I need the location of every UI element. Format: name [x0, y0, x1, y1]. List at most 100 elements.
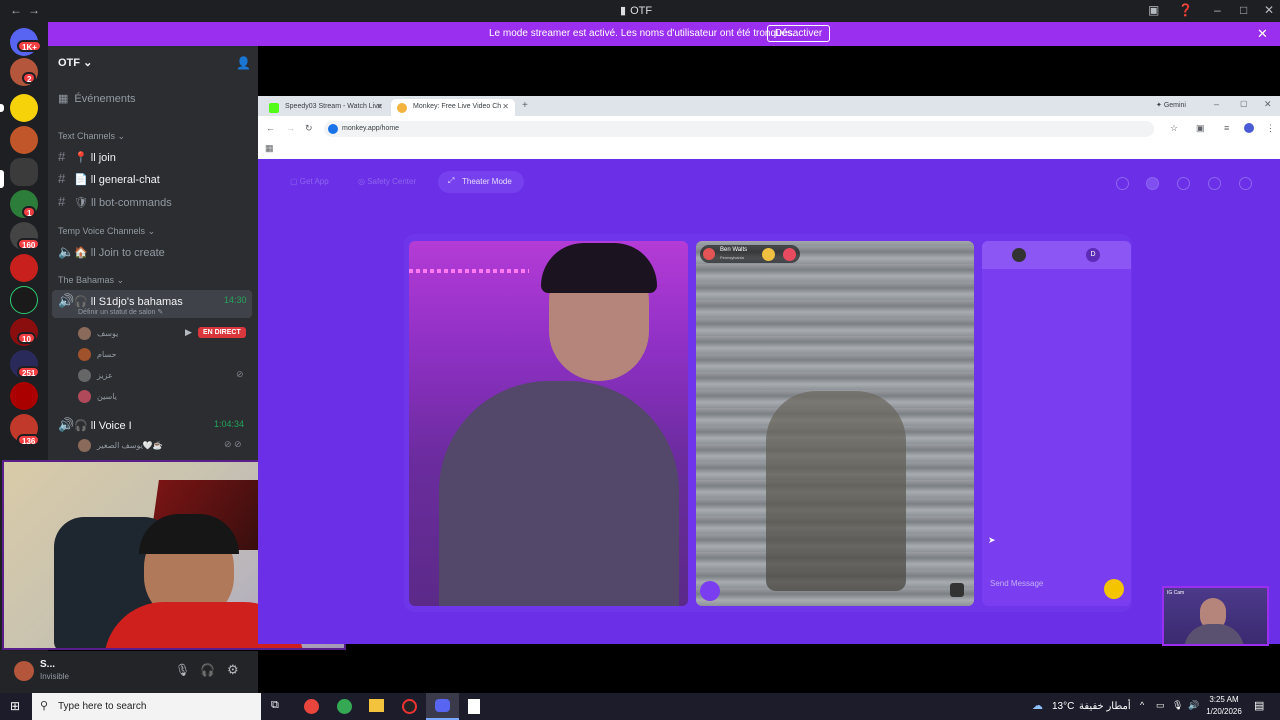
- username: S...: [40, 659, 56, 670]
- channel-join[interactable]: # 📍 ll join: [58, 149, 116, 164]
- network-icon[interactable]: ▭: [1156, 700, 1165, 711]
- get-app-link[interactable]: ▢ Get App: [290, 177, 329, 186]
- weather-temp[interactable]: 13°C: [1052, 701, 1074, 712]
- badge: 2: [22, 72, 37, 84]
- send-message-input[interactable]: Send Message: [990, 579, 1043, 588]
- headphones-icon: 🎧: [74, 296, 88, 308]
- events-link[interactable]: ▦ Événements: [58, 92, 136, 105]
- help-icon[interactable]: ❓: [1178, 3, 1193, 17]
- channel-general-chat[interactable]: # 📄 ll general-chat: [58, 171, 160, 186]
- microphone-icon[interactable]: 🎙: [175, 663, 190, 677]
- messages-icon[interactable]: [1208, 177, 1221, 190]
- voice-user[interactable]: ياسين: [78, 390, 117, 403]
- settings-gear-icon[interactable]: ⚙: [227, 662, 239, 678]
- unread-pill: [0, 104, 4, 112]
- voice-channel-bahamas[interactable]: 🔊🎧 ll S1djo's bahamas: [58, 293, 183, 309]
- notepad-icon[interactable]: [468, 699, 480, 714]
- server-icon[interactable]: [10, 382, 38, 410]
- tab-monkey[interactable]: Monkey: Free Live Video Ch ✕: [391, 99, 515, 116]
- voice-user[interactable]: حسام: [78, 348, 116, 361]
- tray-chevron-icon[interactable]: ^: [1140, 700, 1144, 710]
- task-view-icon[interactable]: ⧉: [271, 699, 279, 712]
- voice-channel-voice-1[interactable]: 🔊🎧 ll Voice I: [58, 417, 132, 433]
- forward-arrow-icon[interactable]: →: [286, 123, 295, 133]
- server-icon[interactable]: [10, 254, 38, 282]
- add-member-icon[interactable]: 👤: [236, 56, 251, 70]
- window-title: ▮ OTF: [620, 5, 653, 17]
- file-explorer-icon[interactable]: [369, 699, 384, 712]
- voice-user[interactable]: يوسف الصغير 🤍☕: [78, 439, 163, 452]
- extensions-icon[interactable]: ▣: [1196, 123, 1205, 134]
- clock-date[interactable]: 1/20/2026: [1203, 707, 1245, 716]
- channel-bot-commands[interactable]: # 🛡 ll bot-commands: [58, 194, 172, 209]
- chat-avatar-tab[interactable]: [1012, 248, 1026, 262]
- minimize-button[interactable]: –: [1214, 99, 1219, 109]
- channel-status[interactable]: Définir un statut de salon ✎: [78, 308, 163, 316]
- camera-switch-icon[interactable]: [950, 583, 964, 597]
- server-icon[interactable]: [10, 94, 38, 122]
- forward-arrow-icon[interactable]: →: [28, 3, 40, 17]
- category-temp-voice[interactable]: Temp Voice Channels ⌄: [58, 226, 155, 237]
- disable-streamer-button[interactable]: Désactiver: [767, 25, 831, 42]
- avatar[interactable]: [14, 661, 34, 681]
- monkey-emoji-icon[interactable]: [700, 581, 720, 601]
- heart-icon[interactable]: [762, 248, 775, 261]
- chrome-icon[interactable]: [304, 699, 319, 714]
- back-arrow-icon[interactable]: ←: [10, 3, 22, 17]
- volume-icon[interactable]: 🔊: [1188, 700, 1199, 711]
- maximize-button[interactable]: ▢: [1240, 99, 1248, 108]
- profile-icon[interactable]: [1146, 177, 1159, 190]
- safety-center-link[interactable]: ◎ Safety Center: [358, 177, 416, 186]
- server-name-dropdown[interactable]: OTF ⌄: [58, 56, 92, 69]
- badge: 251: [17, 366, 41, 378]
- back-arrow-icon[interactable]: ←: [266, 123, 275, 133]
- profile-avatar[interactable]: [1244, 123, 1254, 133]
- close-tab-icon[interactable]: ✕: [502, 102, 509, 111]
- tab-speedy-stream[interactable]: Speedy03 Stream - Watch Live ✕: [263, 99, 389, 116]
- chrome-icon[interactable]: [337, 699, 352, 714]
- gift-icon[interactable]: [1104, 579, 1124, 599]
- server-otf-icon[interactable]: [10, 158, 38, 186]
- bookmark-star-icon[interactable]: ☆: [1170, 123, 1178, 134]
- server-icon[interactable]: [10, 286, 38, 314]
- close-tab-icon[interactable]: ✕: [376, 102, 383, 111]
- media-icon[interactable]: ≡: [1224, 123, 1229, 133]
- gemini-button[interactable]: ✦ Gemini: [1156, 101, 1186, 109]
- inbox-icon[interactable]: ▣: [1148, 3, 1159, 17]
- notification-icon[interactable]: ▤: [1254, 699, 1264, 712]
- maximize-button[interactable]: □: [1240, 3, 1247, 17]
- pip-body: [1184, 624, 1244, 644]
- close-icon[interactable]: ✕: [1257, 26, 1268, 42]
- channel-sidebar: OTF ⌄ 👤 ▦ Événements Text Channels ⌄ # 📍 l…: [48, 46, 258, 460]
- category-bahamas[interactable]: The Bahamas ⌄: [58, 275, 124, 286]
- speaker-icon: 🔈: [58, 244, 75, 259]
- headphones-icon[interactable]: 🎧: [200, 663, 215, 677]
- url-input[interactable]: monkey.app/home: [324, 121, 1154, 137]
- channel-join-to-create[interactable]: 🔈🏠 ll Join to create: [58, 244, 165, 260]
- category-text-channels[interactable]: Text Channels ⌄: [58, 131, 125, 142]
- windows-start-icon[interactable]: ⊞: [10, 699, 20, 713]
- apps-grid-icon[interactable]: ▦: [265, 143, 274, 154]
- close-window-button[interactable]: ✕: [1264, 99, 1272, 110]
- flag-icon[interactable]: [783, 248, 796, 261]
- weather-text[interactable]: أمطار خفيفة: [1079, 701, 1131, 712]
- new-tab-icon[interactable]: +: [522, 100, 528, 111]
- clock-time[interactable]: 3:25 AM: [1206, 695, 1242, 704]
- voice-user[interactable]: يوسف: [78, 327, 118, 340]
- server-icon[interactable]: [10, 126, 38, 154]
- reload-icon[interactable]: ↻: [305, 123, 313, 134]
- history-icon[interactable]: [1177, 177, 1190, 190]
- muted-icons: ⊘ ⊘: [224, 439, 242, 449]
- menu-kebab-icon[interactable]: ⋮: [1266, 123, 1275, 134]
- theater-mode-button[interactable]: ⤢ Theater Mode: [438, 171, 524, 193]
- voice-user[interactable]: عزيز: [78, 369, 113, 382]
- minimize-button[interactable]: –: [1214, 3, 1221, 17]
- chat-letter-tab[interactable]: D: [1086, 248, 1100, 262]
- taskbar-search[interactable]: ⚲ Type here to search: [32, 693, 261, 720]
- close-window-button[interactable]: ✕: [1264, 3, 1274, 17]
- search-icon[interactable]: [1116, 177, 1129, 190]
- monkey-logo-icon[interactable]: [1239, 177, 1252, 190]
- obs-icon[interactable]: [402, 699, 417, 714]
- microphone-icon[interactable]: 🎙: [1172, 700, 1183, 711]
- discord-task-button[interactable]: [426, 693, 459, 720]
